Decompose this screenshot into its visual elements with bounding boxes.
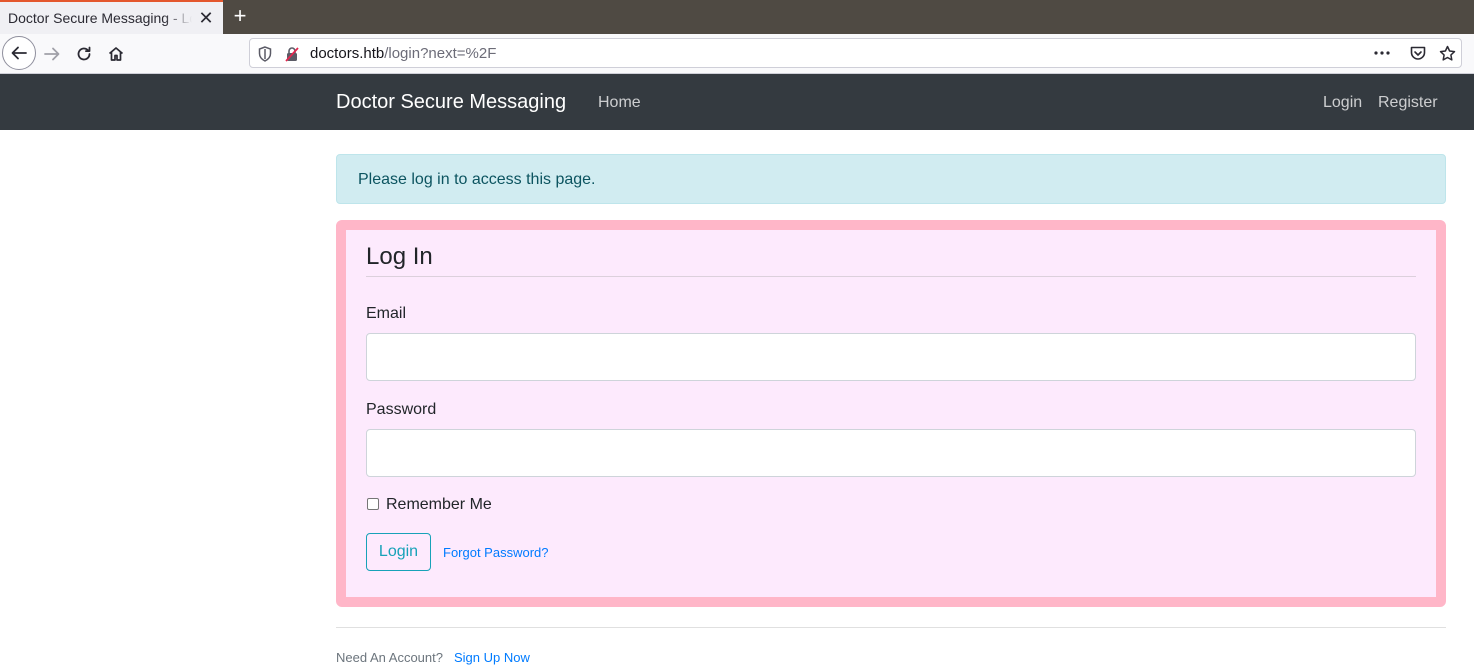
page-actions-icon[interactable] (1374, 51, 1390, 55)
nav-register-link[interactable]: Register (1378, 94, 1438, 112)
forgot-password-link[interactable]: Forgot Password? (443, 545, 549, 560)
form-legend: Log In (366, 243, 433, 270)
tab-title: Doctor Secure Messaging - Log In (8, 10, 192, 26)
info-alert: Please log in to access this page. (336, 154, 1446, 204)
home-button[interactable] (100, 38, 132, 70)
browser-toolbar: doctors.htb/login?next=%2F (0, 34, 1474, 74)
back-button[interactable] (2, 36, 36, 70)
legend-divider (366, 276, 1416, 277)
home-icon (108, 47, 124, 61)
browser-tab-strip: Doctor Secure Messaging - Log In ✕ + (0, 0, 1474, 34)
need-account-text: Need An Account? (336, 650, 443, 665)
insecure-lock-icon[interactable] (285, 46, 299, 62)
pocket-icon[interactable] (1410, 46, 1426, 61)
forward-button[interactable] (36, 38, 68, 70)
remember-me-checkbox[interactable] (367, 498, 379, 510)
forward-arrow-icon (44, 47, 60, 61)
shield-icon[interactable] (258, 46, 272, 62)
browser-tab[interactable]: Doctor Secure Messaging - Log In ✕ (0, 0, 223, 34)
url-text[interactable]: doctors.htb/login?next=%2F (310, 45, 496, 62)
site-navbar: Doctor Secure Messaging Home Login Regis… (0, 74, 1474, 130)
email-label: Email (366, 305, 407, 322)
password-label: Password (366, 401, 437, 418)
nav-home-link[interactable]: Home (598, 94, 641, 112)
brand-link[interactable]: Doctor Secure Messaging (336, 91, 566, 114)
email-field[interactable] (366, 333, 1416, 381)
url-bar[interactable]: doctors.htb/login?next=%2F (249, 38, 1462, 68)
nav-login-link[interactable]: Login (1323, 94, 1362, 112)
url-host: doctors.htb (310, 45, 385, 62)
login-card: Log In Email Password Remember Me Login … (336, 220, 1446, 607)
reload-icon (77, 46, 91, 61)
remember-me-label[interactable]: Remember Me (386, 496, 492, 514)
password-field[interactable] (366, 429, 1416, 477)
alert-message: Please log in to access this page. (358, 171, 596, 188)
tab-close-icon[interactable]: ✕ (196, 7, 216, 29)
url-path: /login?next=%2F (384, 45, 497, 62)
footer-divider (336, 627, 1446, 628)
new-tab-button[interactable]: + (228, 4, 252, 28)
bookmark-star-icon[interactable] (1439, 45, 1456, 62)
reload-button[interactable] (68, 38, 100, 70)
login-submit-button[interactable]: Login (366, 533, 431, 571)
sign-up-link[interactable]: Sign Up Now (454, 650, 530, 665)
back-arrow-icon (11, 46, 27, 60)
